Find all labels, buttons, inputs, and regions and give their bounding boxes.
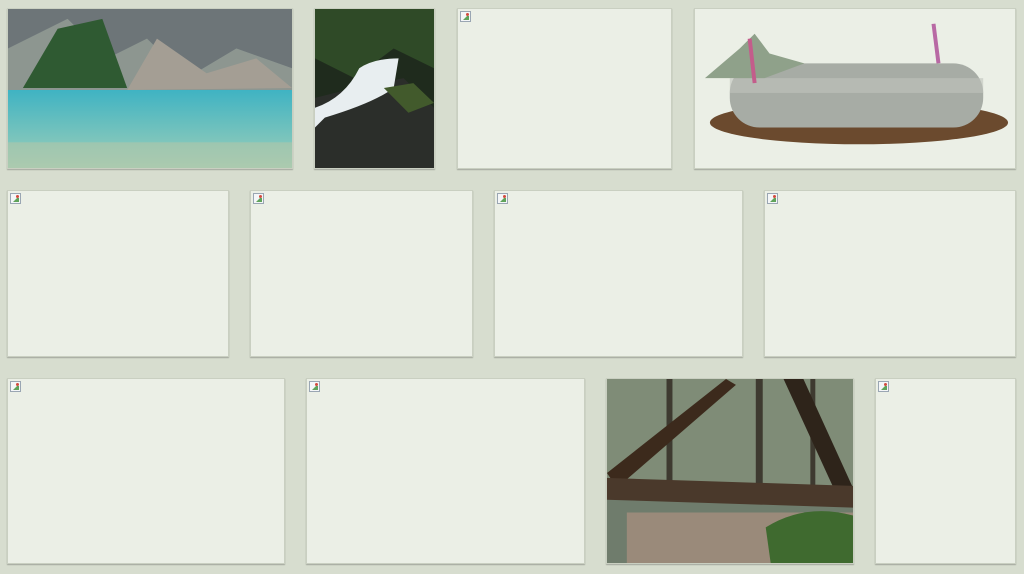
- broken-image-icon: [460, 11, 471, 22]
- gallery-tile-broken-3[interactable]: [457, 8, 672, 169]
- broken-image-icon: [767, 193, 778, 204]
- mountain-lake-image: [8, 9, 292, 168]
- gallery-tile-broken-9[interactable]: [7, 378, 285, 564]
- gallery-tile-broken-5[interactable]: [7, 190, 229, 357]
- gallery-tile-log-with-ferns[interactable]: [694, 8, 1016, 169]
- gallery-tile-broken-12[interactable]: [875, 378, 1016, 564]
- broken-image-icon: [878, 381, 889, 392]
- gallery-tile-broken-8[interactable]: [764, 190, 1016, 357]
- gallery-tile-broken-10[interactable]: [306, 378, 585, 564]
- log-with-ferns-image: [695, 9, 1015, 168]
- broken-image-icon: [10, 381, 21, 392]
- waterfall-image: [315, 9, 434, 168]
- gallery-tile-waterfall[interactable]: [314, 8, 435, 169]
- broken-image-icon: [497, 193, 508, 204]
- forest-fallen-log-image: [607, 379, 853, 563]
- gallery-tile-broken-6[interactable]: [250, 190, 473, 357]
- broken-image-icon: [253, 193, 264, 204]
- gallery-tile-broken-7[interactable]: [494, 190, 743, 357]
- gallery-tile-forest-fallen-log[interactable]: [606, 378, 854, 564]
- gallery-tile-mountain-lake[interactable]: [7, 8, 293, 169]
- broken-image-icon: [10, 193, 21, 204]
- broken-image-icon: [309, 381, 320, 392]
